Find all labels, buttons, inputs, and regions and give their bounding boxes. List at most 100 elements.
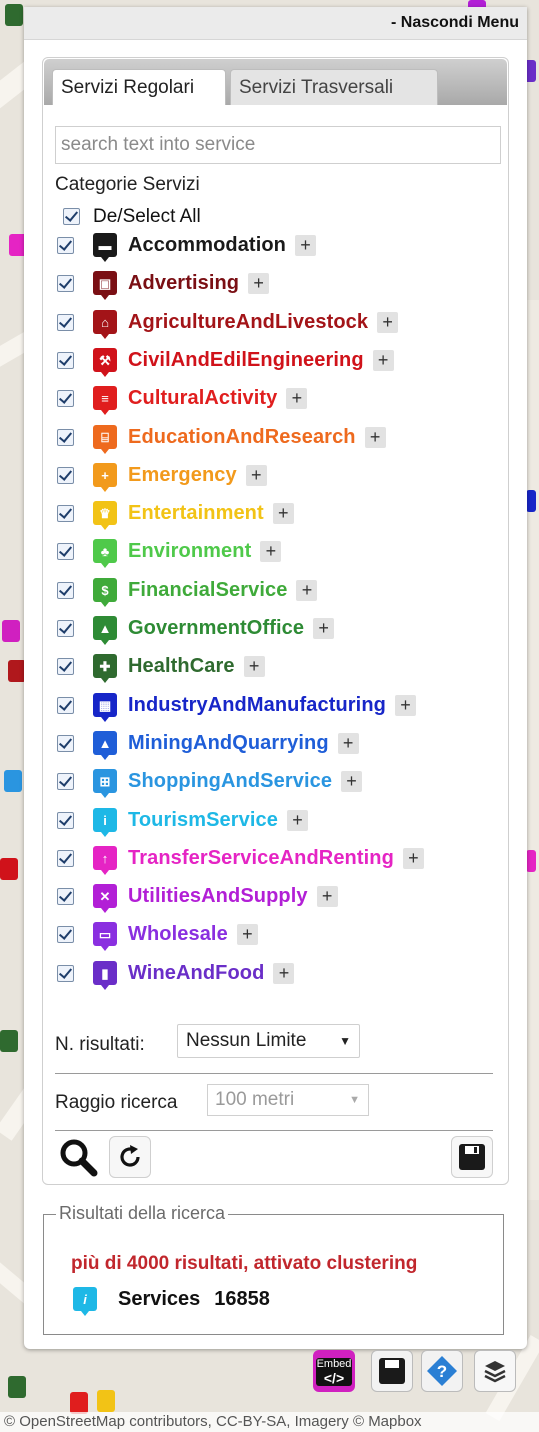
- category-row[interactable]: ≡ CulturalActivity +: [57, 383, 308, 415]
- select-all-checkbox[interactable]: [63, 208, 80, 225]
- category-row[interactable]: ⚒ CivilAndEdilEngineering +: [57, 345, 394, 377]
- category-checkbox[interactable]: [57, 504, 74, 522]
- category-label[interactable]: UtilitiesAndSupply: [128, 885, 308, 908]
- category-checkbox[interactable]: [57, 313, 74, 331]
- services-result-row[interactable]: i Services 16858: [73, 1287, 270, 1316]
- expand-category-button[interactable]: +: [286, 809, 308, 831]
- category-row[interactable]: ↑ TransferServiceAndRenting +: [57, 843, 424, 875]
- map-marker[interactable]: [0, 1030, 18, 1052]
- category-checkbox[interactable]: [57, 619, 74, 637]
- category-label[interactable]: Accommodation: [128, 234, 286, 257]
- category-label[interactable]: Environment: [128, 540, 251, 563]
- map-marker[interactable]: [5, 4, 23, 26]
- category-checkbox[interactable]: [57, 849, 74, 867]
- category-checkbox[interactable]: [57, 236, 74, 254]
- expand-category-button[interactable]: +: [377, 311, 399, 333]
- category-label[interactable]: MiningAndQuarrying: [128, 732, 329, 755]
- category-row[interactable]: ▣ Advertising +: [57, 268, 270, 300]
- category-row[interactable]: + Emergency +: [57, 460, 267, 492]
- category-label[interactable]: HealthCare: [128, 655, 235, 678]
- expand-category-button[interactable]: +: [316, 885, 338, 907]
- category-label[interactable]: EducationAndResearch: [128, 426, 356, 449]
- expand-category-button[interactable]: +: [294, 234, 316, 256]
- expand-category-button[interactable]: +: [313, 617, 335, 639]
- category-checkbox[interactable]: [57, 964, 74, 982]
- category-label[interactable]: ShoppingAndService: [128, 770, 332, 793]
- category-row[interactable]: ▭ Wholesale +: [57, 919, 258, 951]
- expand-category-button[interactable]: +: [394, 694, 416, 716]
- expand-category-button[interactable]: +: [236, 923, 258, 945]
- expand-category-button[interactable]: +: [337, 732, 359, 754]
- category-checkbox[interactable]: [57, 772, 74, 790]
- category-row[interactable]: $ FinancialService +: [57, 575, 318, 607]
- search-button[interactable]: [57, 1136, 99, 1178]
- hide-menu-link[interactable]: - Nascondi Menu: [391, 14, 519, 32]
- map-marker[interactable]: [2, 620, 20, 642]
- results-limit-select[interactable]: Nessun Limite ▼: [177, 1024, 360, 1058]
- save-button[interactable]: [451, 1136, 493, 1178]
- category-label[interactable]: Wholesale: [128, 923, 228, 946]
- map-marker[interactable]: [70, 1392, 88, 1414]
- category-label[interactable]: WineAndFood: [128, 962, 264, 985]
- expand-category-button[interactable]: +: [273, 962, 295, 984]
- category-row[interactable]: ▬ Accommodation +: [57, 230, 316, 262]
- category-row[interactable]: ♣ Environment +: [57, 536, 282, 568]
- map-attribution[interactable]: © OpenStreetMap contributors, CC-BY-SA, …: [0, 1412, 539, 1432]
- reset-button[interactable]: [109, 1136, 151, 1178]
- help-button[interactable]: ?: [421, 1350, 463, 1392]
- category-row[interactable]: ▲ GovernmentOffice +: [57, 613, 335, 645]
- category-row[interactable]: ⊞ ShoppingAndService +: [57, 766, 363, 798]
- category-checkbox[interactable]: [57, 925, 74, 943]
- map-marker[interactable]: [4, 770, 22, 792]
- category-checkbox[interactable]: [57, 887, 74, 905]
- category-label[interactable]: Advertising: [128, 272, 239, 295]
- save-map-button[interactable]: [371, 1350, 413, 1392]
- category-label[interactable]: Entertainment: [128, 502, 264, 525]
- category-checkbox[interactable]: [57, 542, 74, 560]
- category-label[interactable]: AgricultureAndLivestock: [128, 311, 368, 334]
- category-checkbox[interactable]: [57, 734, 74, 752]
- category-row[interactable]: ⌂ AgricultureAndLivestock +: [57, 307, 399, 339]
- category-row[interactable]: i TourismService +: [57, 805, 308, 837]
- category-checkbox[interactable]: [57, 389, 74, 407]
- category-label[interactable]: CulturalActivity: [128, 387, 277, 410]
- category-row[interactable]: ▦ IndustryAndManufacturing +: [57, 690, 416, 722]
- embed-button[interactable]: Embed </>: [313, 1350, 355, 1392]
- category-checkbox[interactable]: [57, 657, 74, 675]
- category-checkbox[interactable]: [57, 351, 74, 369]
- category-checkbox[interactable]: [57, 696, 74, 714]
- map-marker[interactable]: [8, 1376, 26, 1398]
- tab-servizi-trasversali[interactable]: Servizi Trasversali: [230, 69, 438, 105]
- expand-category-button[interactable]: +: [296, 579, 318, 601]
- expand-category-button[interactable]: +: [402, 847, 424, 869]
- expand-category-button[interactable]: +: [372, 349, 394, 371]
- category-label[interactable]: FinancialService: [128, 579, 287, 602]
- category-row[interactable]: ⌸ EducationAndResearch +: [57, 422, 386, 454]
- tab-servizi-regolari[interactable]: Servizi Regolari: [52, 69, 226, 105]
- service-search-input[interactable]: [55, 126, 501, 164]
- category-row[interactable]: ▲ MiningAndQuarrying +: [57, 728, 359, 760]
- expand-category-button[interactable]: +: [286, 387, 308, 409]
- category-checkbox[interactable]: [57, 466, 74, 484]
- category-label[interactable]: TourismService: [128, 809, 278, 832]
- expand-category-button[interactable]: +: [248, 272, 270, 294]
- category-checkbox[interactable]: [57, 811, 74, 829]
- category-checkbox[interactable]: [57, 428, 74, 446]
- category-checkbox[interactable]: [57, 274, 74, 292]
- category-row[interactable]: ▮ WineAndFood +: [57, 958, 295, 990]
- map-marker[interactable]: [526, 490, 536, 512]
- expand-category-button[interactable]: +: [243, 655, 265, 677]
- layers-button[interactable]: [474, 1350, 516, 1392]
- category-row[interactable]: ✚ HealthCare +: [57, 651, 265, 683]
- category-row[interactable]: ✕ UtilitiesAndSupply +: [57, 881, 338, 913]
- category-label[interactable]: GovernmentOffice: [128, 617, 304, 640]
- category-row[interactable]: ♛ Entertainment +: [57, 498, 294, 530]
- map-marker[interactable]: [97, 1390, 115, 1412]
- expand-category-button[interactable]: +: [364, 426, 386, 448]
- expand-category-button[interactable]: +: [272, 502, 294, 524]
- select-all-label[interactable]: De/Select All: [93, 206, 201, 228]
- category-label[interactable]: Emergency: [128, 464, 237, 487]
- expand-category-button[interactable]: +: [260, 540, 282, 562]
- search-radius-select[interactable]: 100 metri ▼: [207, 1084, 369, 1116]
- expand-category-button[interactable]: +: [245, 464, 267, 486]
